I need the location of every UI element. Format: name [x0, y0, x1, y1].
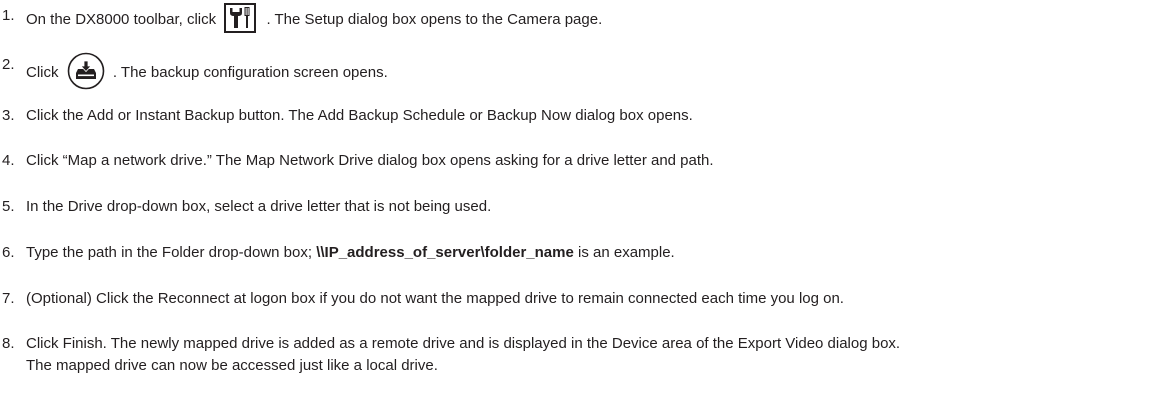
setup-tools-icon: [224, 3, 257, 33]
step-4: 4. Click “Map a network drive.” The Map …: [0, 150, 1170, 172]
step-number: 1.: [2, 7, 15, 24]
step-number: 8.: [2, 335, 15, 352]
step-text-line-1: Click Finish. The newly mapped drive is …: [26, 335, 901, 352]
step-text: is an example.: [573, 244, 675, 261]
procedure-steps: 1. On the DX8000 toolbar, click . The Se…: [0, 0, 1175, 419]
step-text: Click the Add or Instant Backup button. …: [26, 107, 693, 124]
step-8: 8. Click Finish. The newly mapped drive …: [0, 333, 1170, 377]
step-6: 6. Type the path in the Folder drop-down…: [0, 242, 1170, 264]
step-2: 2. Click . The backup configuration scre…: [0, 52, 1170, 92]
step-5: 5. In the Drive drop-down box, select a …: [0, 196, 1170, 218]
step-number: 4.: [2, 152, 15, 169]
step-7: 7. (Optional) Click the Reconnect at log…: [0, 288, 1170, 310]
step-text: Click “Map a network drive.” The Map Net…: [26, 152, 714, 169]
step-3: 3. Click the Add or Instant Backup butto…: [0, 105, 1170, 127]
step-number: 7.: [2, 290, 15, 307]
step-text: Type the path in the Folder drop-down bo…: [26, 244, 317, 261]
step-number: 5.: [2, 198, 15, 215]
step-text: . The Setup dialog box opens to the Came…: [266, 10, 603, 28]
step-number: 6.: [2, 244, 15, 261]
step-text: In the Drive drop-down box, select a dri…: [26, 198, 492, 215]
step-number: 3.: [2, 107, 15, 124]
step-text: (Optional) Click the Reconnect at logon …: [26, 290, 844, 307]
step-number: 2.: [2, 56, 15, 73]
step-text-line-2: The mapped drive can now be accessed jus…: [26, 357, 438, 374]
step-1: 1. On the DX8000 toolbar, click . The Se…: [0, 3, 1170, 35]
example-path: \\IP_address_of_server\folder_name: [316, 244, 574, 261]
step-text: On the DX8000 toolbar, click: [26, 10, 217, 28]
step-text: Click: [26, 63, 59, 81]
step-text: . The backup configuration screen opens.: [112, 63, 388, 81]
backup-icon: [67, 52, 105, 90]
